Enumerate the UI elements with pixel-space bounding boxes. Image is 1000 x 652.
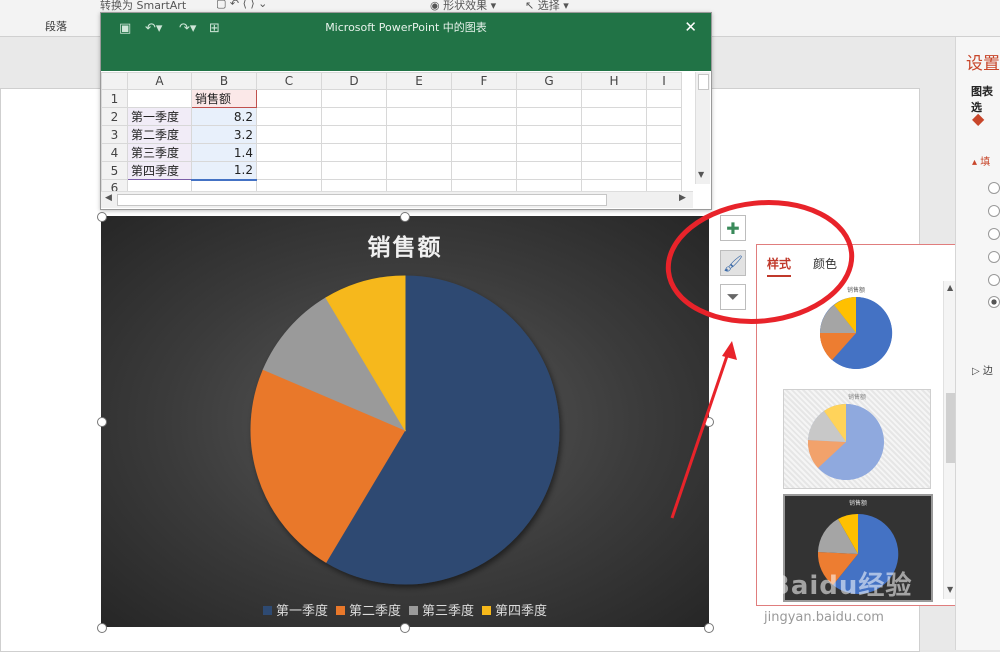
arrow-head-icon bbox=[722, 341, 737, 360]
highlight-circle bbox=[665, 200, 855, 324]
watermark-url: jingyan.baidu.com bbox=[764, 610, 884, 625]
annotation-arrow bbox=[670, 352, 730, 519]
annotation-overlay bbox=[665, 200, 855, 519]
watermark-logo: Baidu经验 bbox=[770, 571, 913, 601]
